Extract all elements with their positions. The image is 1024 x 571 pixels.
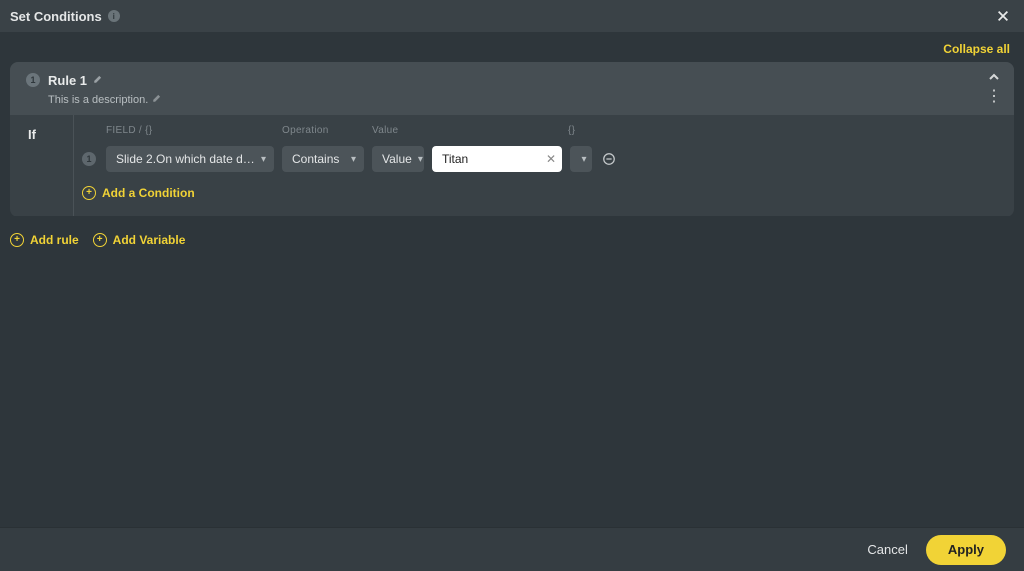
add-variable-label: Add Variable bbox=[113, 233, 186, 247]
condition-field-label: Slide 2.On which date did you v... bbox=[116, 152, 255, 166]
bottom-actions: + Add rule + Add Variable bbox=[0, 217, 1024, 263]
rule-title-row: Rule 1 bbox=[48, 71, 162, 89]
info-icon[interactable]: i bbox=[108, 10, 120, 22]
rule-number-badge: 1 bbox=[26, 73, 40, 87]
toolbar: Collapse all bbox=[0, 32, 1024, 62]
rule-menu-icon[interactable]: ⋮ bbox=[986, 89, 1002, 105]
condition-valuetype-label: Value bbox=[382, 152, 412, 166]
condition-extra-select[interactable]: ▾ bbox=[570, 146, 592, 172]
plus-circle-icon: + bbox=[10, 233, 24, 247]
col-input-spacer bbox=[428, 125, 560, 136]
rule-card: 1 Rule 1 This is a description. bbox=[10, 62, 1014, 217]
col-operation-header: Operation bbox=[282, 125, 364, 136]
remove-condition-icon[interactable] bbox=[600, 150, 618, 168]
conditions-column: FIELD / {} Operation Value {} 1 Slide 2.… bbox=[74, 115, 1014, 216]
condition-field-select[interactable]: Slide 2.On which date did you v... ▾ bbox=[106, 146, 274, 172]
rule-title: Rule 1 bbox=[48, 73, 87, 88]
condition-operation-label: Contains bbox=[292, 152, 339, 166]
condition-value-input-wrap: ✕ bbox=[432, 146, 562, 172]
collapse-all-button[interactable]: Collapse all bbox=[943, 42, 1010, 56]
condition-value-input[interactable] bbox=[432, 146, 562, 172]
if-label: If bbox=[10, 115, 74, 216]
rule-body: If FIELD / {} Operation Value {} 1 Slide… bbox=[10, 115, 1014, 216]
rule-header-actions: ⋮ bbox=[986, 71, 1002, 105]
add-variable-action[interactable]: + Add Variable bbox=[93, 233, 186, 247]
modal-footer: Cancel Apply bbox=[0, 527, 1024, 571]
modal-title: Set Conditions bbox=[10, 9, 102, 24]
add-condition-button[interactable]: Add a Condition bbox=[102, 186, 195, 200]
condition-row: 1 Slide 2.On which date did you v... ▾ C… bbox=[82, 146, 1000, 172]
col-brace-header: {} bbox=[568, 125, 588, 136]
rule-header: 1 Rule 1 This is a description. bbox=[10, 62, 1014, 115]
plus-circle-icon: + bbox=[93, 233, 107, 247]
edit-description-icon[interactable] bbox=[152, 93, 162, 106]
apply-button[interactable]: Apply bbox=[926, 535, 1006, 565]
clear-input-icon[interactable]: ✕ bbox=[546, 152, 556, 166]
collapse-rule-icon[interactable] bbox=[988, 71, 1000, 85]
chevron-down-icon: ▾ bbox=[581, 154, 586, 165]
plus-circle-icon[interactable]: + bbox=[82, 186, 96, 200]
chevron-down-icon: ▾ bbox=[418, 154, 423, 165]
col-value-header: Value bbox=[372, 125, 420, 136]
add-rule-label: Add rule bbox=[30, 233, 79, 247]
rule-header-left: 1 Rule 1 This is a description. bbox=[26, 71, 162, 106]
condition-column-headers: FIELD / {} Operation Value {} bbox=[82, 125, 1000, 136]
rule-description: This is a description. bbox=[48, 94, 148, 106]
header-title-wrap: Set Conditions i bbox=[10, 9, 120, 24]
modal-header: Set Conditions i bbox=[0, 0, 1024, 32]
condition-number-badge: 1 bbox=[82, 152, 96, 166]
cancel-button[interactable]: Cancel bbox=[867, 542, 907, 557]
chevron-down-icon: ▾ bbox=[261, 154, 266, 165]
rule-description-row: This is a description. bbox=[48, 93, 162, 106]
rule-title-block: Rule 1 This is a description. bbox=[48, 71, 162, 106]
close-icon[interactable] bbox=[994, 7, 1012, 25]
edit-title-icon[interactable] bbox=[93, 71, 103, 89]
condition-operation-select[interactable]: Contains ▾ bbox=[282, 146, 364, 172]
condition-valuetype-select[interactable]: Value ▾ bbox=[372, 146, 424, 172]
chevron-down-icon: ▾ bbox=[351, 154, 356, 165]
col-field-header: FIELD / {} bbox=[106, 125, 274, 136]
add-rule-action[interactable]: + Add rule bbox=[10, 233, 79, 247]
add-condition-row: + Add a Condition bbox=[82, 186, 1000, 200]
